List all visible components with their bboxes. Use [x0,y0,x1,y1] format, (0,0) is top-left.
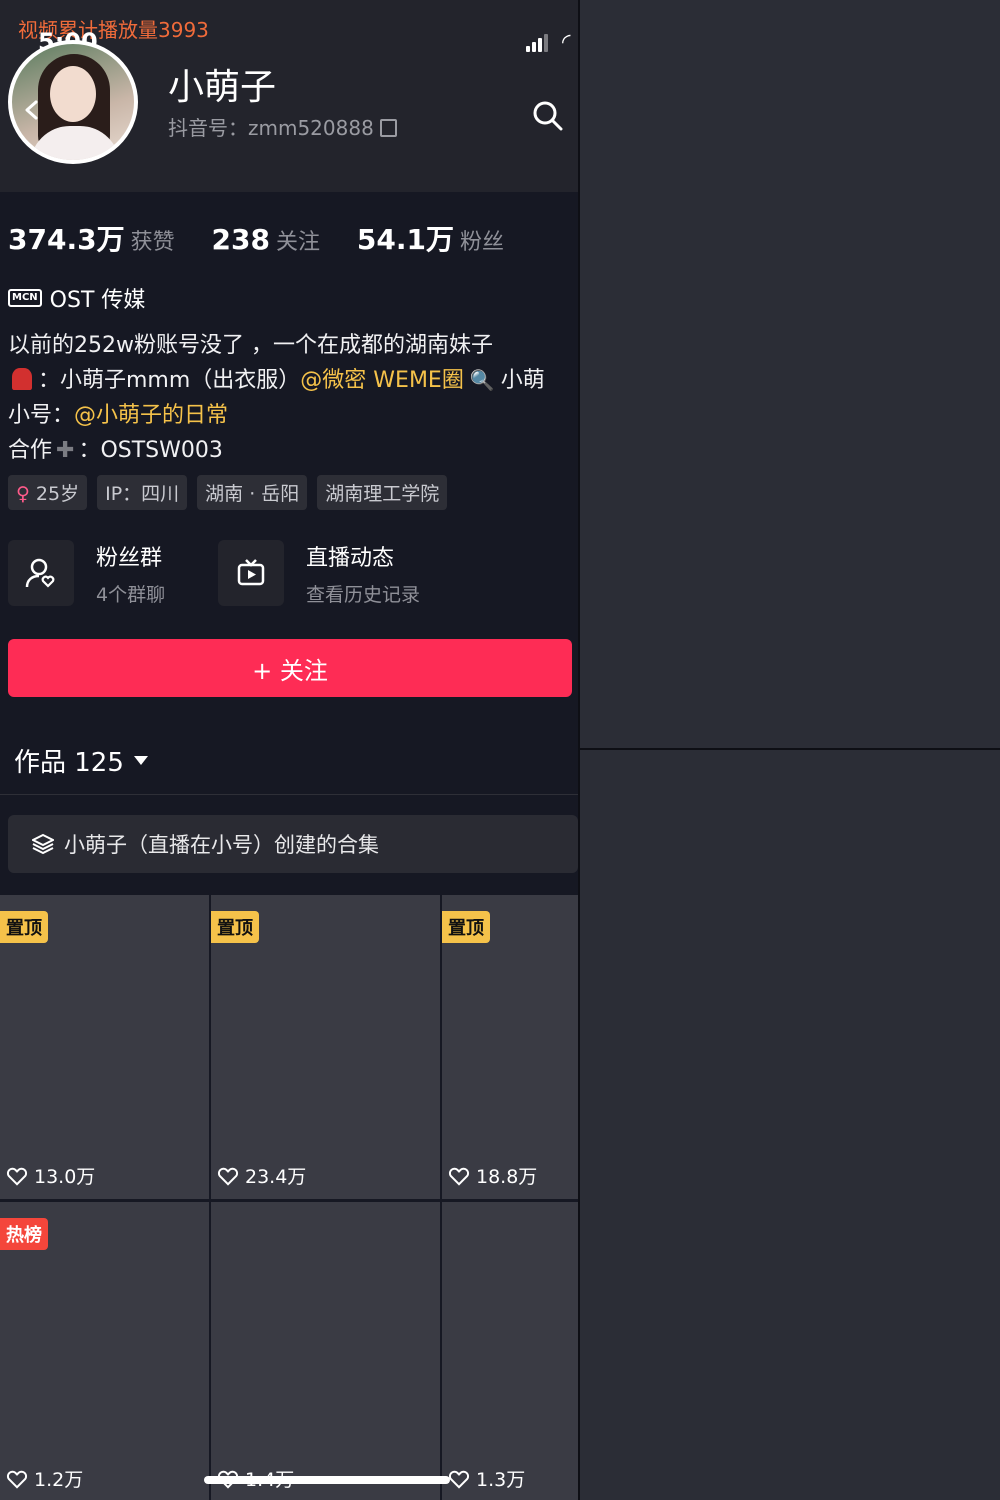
image-placeholder [578,0,1000,750]
account-id-text: 抖音号：zmm520888 [168,116,374,140]
video-likes-count: 23.4万 [245,1166,307,1188]
video-badge: 热榜 [0,1218,48,1250]
plus-icon: ✚ [56,438,75,463]
magnifier-icon: 🔍 [469,368,495,392]
video-badge: 置顶 [211,911,259,943]
video-tile[interactable]: 置顶 18.8万 [442,895,578,1199]
tag-age: ♀ 25岁 [8,475,88,510]
heart-icon [448,1470,470,1489]
followers-stat[interactable]: 54.1万 粉丝 [357,223,532,256]
video-tile[interactable]: 1.3万 [442,1202,578,1500]
bio-line-1: 以前的252w粉账号没了 ，一个在成都的湖南妹子 [8,333,493,358]
collection-title: 小萌子（直播在小号）创建的合集 [64,833,379,857]
fan-group-entry[interactable]: 粉丝群 4个群聊 [8,540,165,606]
fan-group-sub: 4个群聊 [96,583,166,606]
signal-icon [526,34,552,52]
video-likes: 13.0万 [6,1162,95,1189]
profile-stats: 374.3万 获赞 238 关注 54.1万 粉丝 [8,218,532,258]
video-tile[interactable]: 1.4万 [211,1202,440,1500]
tab-works-label: 作品 125 [14,748,124,778]
video-likes: 1.2万 [6,1465,83,1492]
back-icon[interactable] [22,100,42,120]
video-tile[interactable]: 热榜 1.2万 [0,1202,209,1500]
heart-icon [6,1470,28,1489]
video-badge: 置顶 [442,911,490,943]
profile-screen: 视频累计播放量3993 5:00 ◜ 小萌子 抖音号：zmm520888 374… [0,0,578,1500]
mcn-icon: MCN [8,289,42,307]
fan-group-title: 粉丝群 [96,545,163,571]
following-stat[interactable]: 238 关注 [212,223,348,256]
video-likes-count: 1.2万 [34,1469,84,1491]
tab-works[interactable]: 作品 125 [14,742,148,779]
video-tile[interactable]: 置顶 13.0万 [0,895,209,1199]
video-likes: 23.4万 [217,1162,306,1189]
layers-icon [32,833,54,855]
heart-icon [448,1167,470,1186]
divider [0,794,578,795]
profile-header: 视频累计播放量3993 5:00 ◜ 小萌子 抖音号：zmm520888 [0,0,578,192]
fan-group-icon [8,540,74,606]
mention-weme[interactable]: @微密 WEME圈 [300,368,464,393]
bio-line-2: ：小萌子mmm（出衣服）@微密 WEME圈 🔍 小萌 [8,362,545,394]
mcn-line[interactable]: MCN OST 传媒 [8,282,145,314]
live-history-title: 直播动态 [306,545,395,571]
live-history-entry[interactable]: 直播动态 查看历史记录 [218,540,420,606]
search-icon[interactable] [532,100,564,132]
image-placeholder [578,750,1000,1500]
female-icon: ♀ [16,483,30,505]
video-likes: 18.8万 [448,1162,537,1189]
caret-down-icon [133,756,148,765]
profile-tags: ♀ 25岁 IP：四川 湖南 · 岳阳 湖南理工学院 [8,475,448,510]
account-id: 抖音号：zmm520888 [168,112,397,141]
tag-school[interactable]: 湖南理工学院 [317,475,448,510]
video-badge: 置顶 [0,911,48,943]
bio-line-3: 小号：@小萌子的日常 [8,403,229,428]
profile-name: 小萌子 [168,67,277,108]
home-indicator[interactable] [204,1476,450,1484]
video-likes-count: 18.8万 [476,1166,538,1188]
video-likes-count: 13.0万 [34,1166,96,1188]
video-likes: 1.3万 [448,1465,525,1492]
heart-icon [217,1167,239,1186]
video-likes-count: 1.3万 [476,1469,526,1491]
mention-alt-account[interactable]: @小萌子的日常 [74,403,228,428]
mcn-name: OST 传媒 [49,288,146,313]
ribbon-icon [12,368,32,390]
video-tile[interactable]: 置顶 23.4万 [211,895,440,1199]
bio-line-4: 合作 ✚ ：OSTSW003 [8,438,223,463]
tag-ip: IP：四川 [97,475,188,510]
live-tv-icon [218,540,284,606]
follow-button[interactable]: + 关注 [8,639,572,697]
tag-hometown[interactable]: 湖南 · 岳阳 [197,475,308,510]
wifi-icon: ◜ [562,30,571,55]
heart-icon [6,1167,28,1186]
likes-stat[interactable]: 374.3万 获赞 [8,223,203,256]
live-history-sub: 查看历史记录 [306,583,421,606]
copy-icon[interactable] [379,119,397,137]
collection-entry[interactable]: 小萌子（直播在小号）创建的合集 [8,815,578,873]
